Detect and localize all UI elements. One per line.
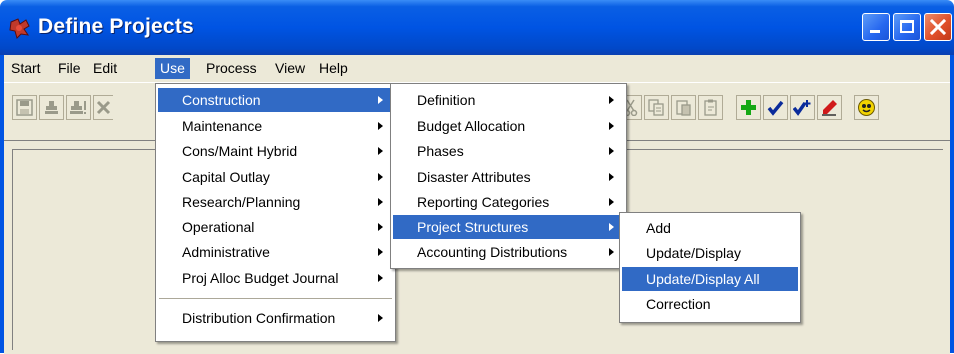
check-plus-icon [793,100,811,116]
paste-icon [676,100,691,116]
add-icon [741,100,756,115]
construction-menu-item[interactable]: Accounting Distributions [393,240,624,264]
submenu-arrow-icon [378,122,383,130]
use-menu: Construction Maintenance Cons/Maint Hybr… [155,83,396,342]
edit-pencil-icon [822,100,837,116]
use-menu-item[interactable]: Research/Planning [158,190,393,214]
clipboard-button[interactable] [698,95,723,120]
construction-menu-item[interactable]: Reporting Categories [393,190,624,214]
use-menu-item[interactable]: Proj Alloc Budget Journal [158,266,393,290]
use-menu-item[interactable]: Cons/Maint Hybrid [158,139,393,163]
minimize-button[interactable] [862,13,890,41]
submenu-arrow-icon [378,198,383,206]
help-icon [858,99,875,116]
construction-menu-item[interactable]: Project Structures [393,215,624,239]
close-icon [929,18,947,36]
clipboard-icon [704,99,717,116]
check-plus-button[interactable] [790,95,815,120]
menu-start[interactable]: Start [6,58,46,79]
use-menu-item[interactable]: Distribution Confirmation [158,306,393,330]
stamp-exclaim-icon [70,101,86,114]
paste-button[interactable] [671,95,696,120]
submenu-arrow-icon [609,147,614,155]
structures-menu-item[interactable]: Add [622,216,798,240]
menu-separator [159,298,392,300]
submenu-arrow-icon [378,248,383,256]
submenu-arrow-icon [609,96,614,104]
use-menu-item[interactable]: Maintenance [158,114,393,138]
menu-help[interactable]: Help [314,58,353,79]
construction-menu-item[interactable]: Budget Allocation [393,114,624,138]
use-menu-item[interactable]: Construction [158,88,393,112]
minimize-icon [870,30,880,33]
menu-use[interactable]: Use [155,58,190,79]
stamp-icon [45,101,58,114]
delete-button[interactable] [93,95,113,120]
window-frame-right [950,55,954,353]
submenu-arrow-icon [609,223,614,231]
structures-menu-item[interactable]: Update/Display All [622,267,798,291]
construction-submenu: Definition Budget Allocation Phases Disa… [390,83,627,269]
submenu-arrow-icon [609,198,614,206]
submenu-arrow-icon [378,96,383,104]
menu-file[interactable]: File [53,58,86,79]
submenu-arrow-icon [378,314,383,322]
help-button[interactable] [854,95,879,120]
check-button[interactable] [763,95,788,120]
submenu-arrow-icon [609,173,614,181]
edit-pencil-button[interactable] [817,95,842,120]
use-menu-item[interactable]: Capital Outlay [158,165,393,189]
project-structures-submenu: Add Update/Display Update/Display All Co… [619,212,801,323]
submenu-arrow-icon [609,248,614,256]
stamp-button[interactable] [39,95,64,120]
delete-icon [96,100,111,115]
submenu-arrow-icon [378,147,383,155]
submenu-arrow-icon [609,122,614,130]
check-icon [767,100,784,116]
add-button[interactable] [736,95,761,120]
menu-bar: Start File Edit Use Process View Help [4,55,950,82]
submenu-arrow-icon [378,274,383,282]
save-button[interactable] [12,95,37,120]
use-menu-item[interactable]: Administrative [158,240,393,264]
construction-menu-item[interactable]: Definition [393,88,624,112]
menu-edit[interactable]: Edit [88,58,122,79]
menu-view[interactable]: View [270,58,310,79]
menu-process[interactable]: Process [201,58,262,79]
close-button[interactable] [924,13,952,41]
window-title-bar[interactable]: Define Projects [0,0,954,55]
stamp-exclaim-button[interactable] [66,95,91,120]
copy-button[interactable] [644,95,669,120]
use-menu-item[interactable]: Operational [158,215,393,239]
maximize-icon [900,20,914,33]
construction-menu-item[interactable]: Disaster Attributes [393,165,624,189]
structures-menu-item[interactable]: Update/Display [622,241,798,265]
submenu-arrow-icon [378,173,383,181]
app-icon [9,18,30,39]
construction-menu-item[interactable]: Phases [393,139,624,163]
copy-icon [648,99,664,116]
maximize-button[interactable] [893,13,921,41]
submenu-arrow-icon [378,223,383,231]
structures-menu-item[interactable]: Correction [622,292,798,316]
save-icon [16,99,33,116]
window-title: Define Projects [38,15,194,38]
